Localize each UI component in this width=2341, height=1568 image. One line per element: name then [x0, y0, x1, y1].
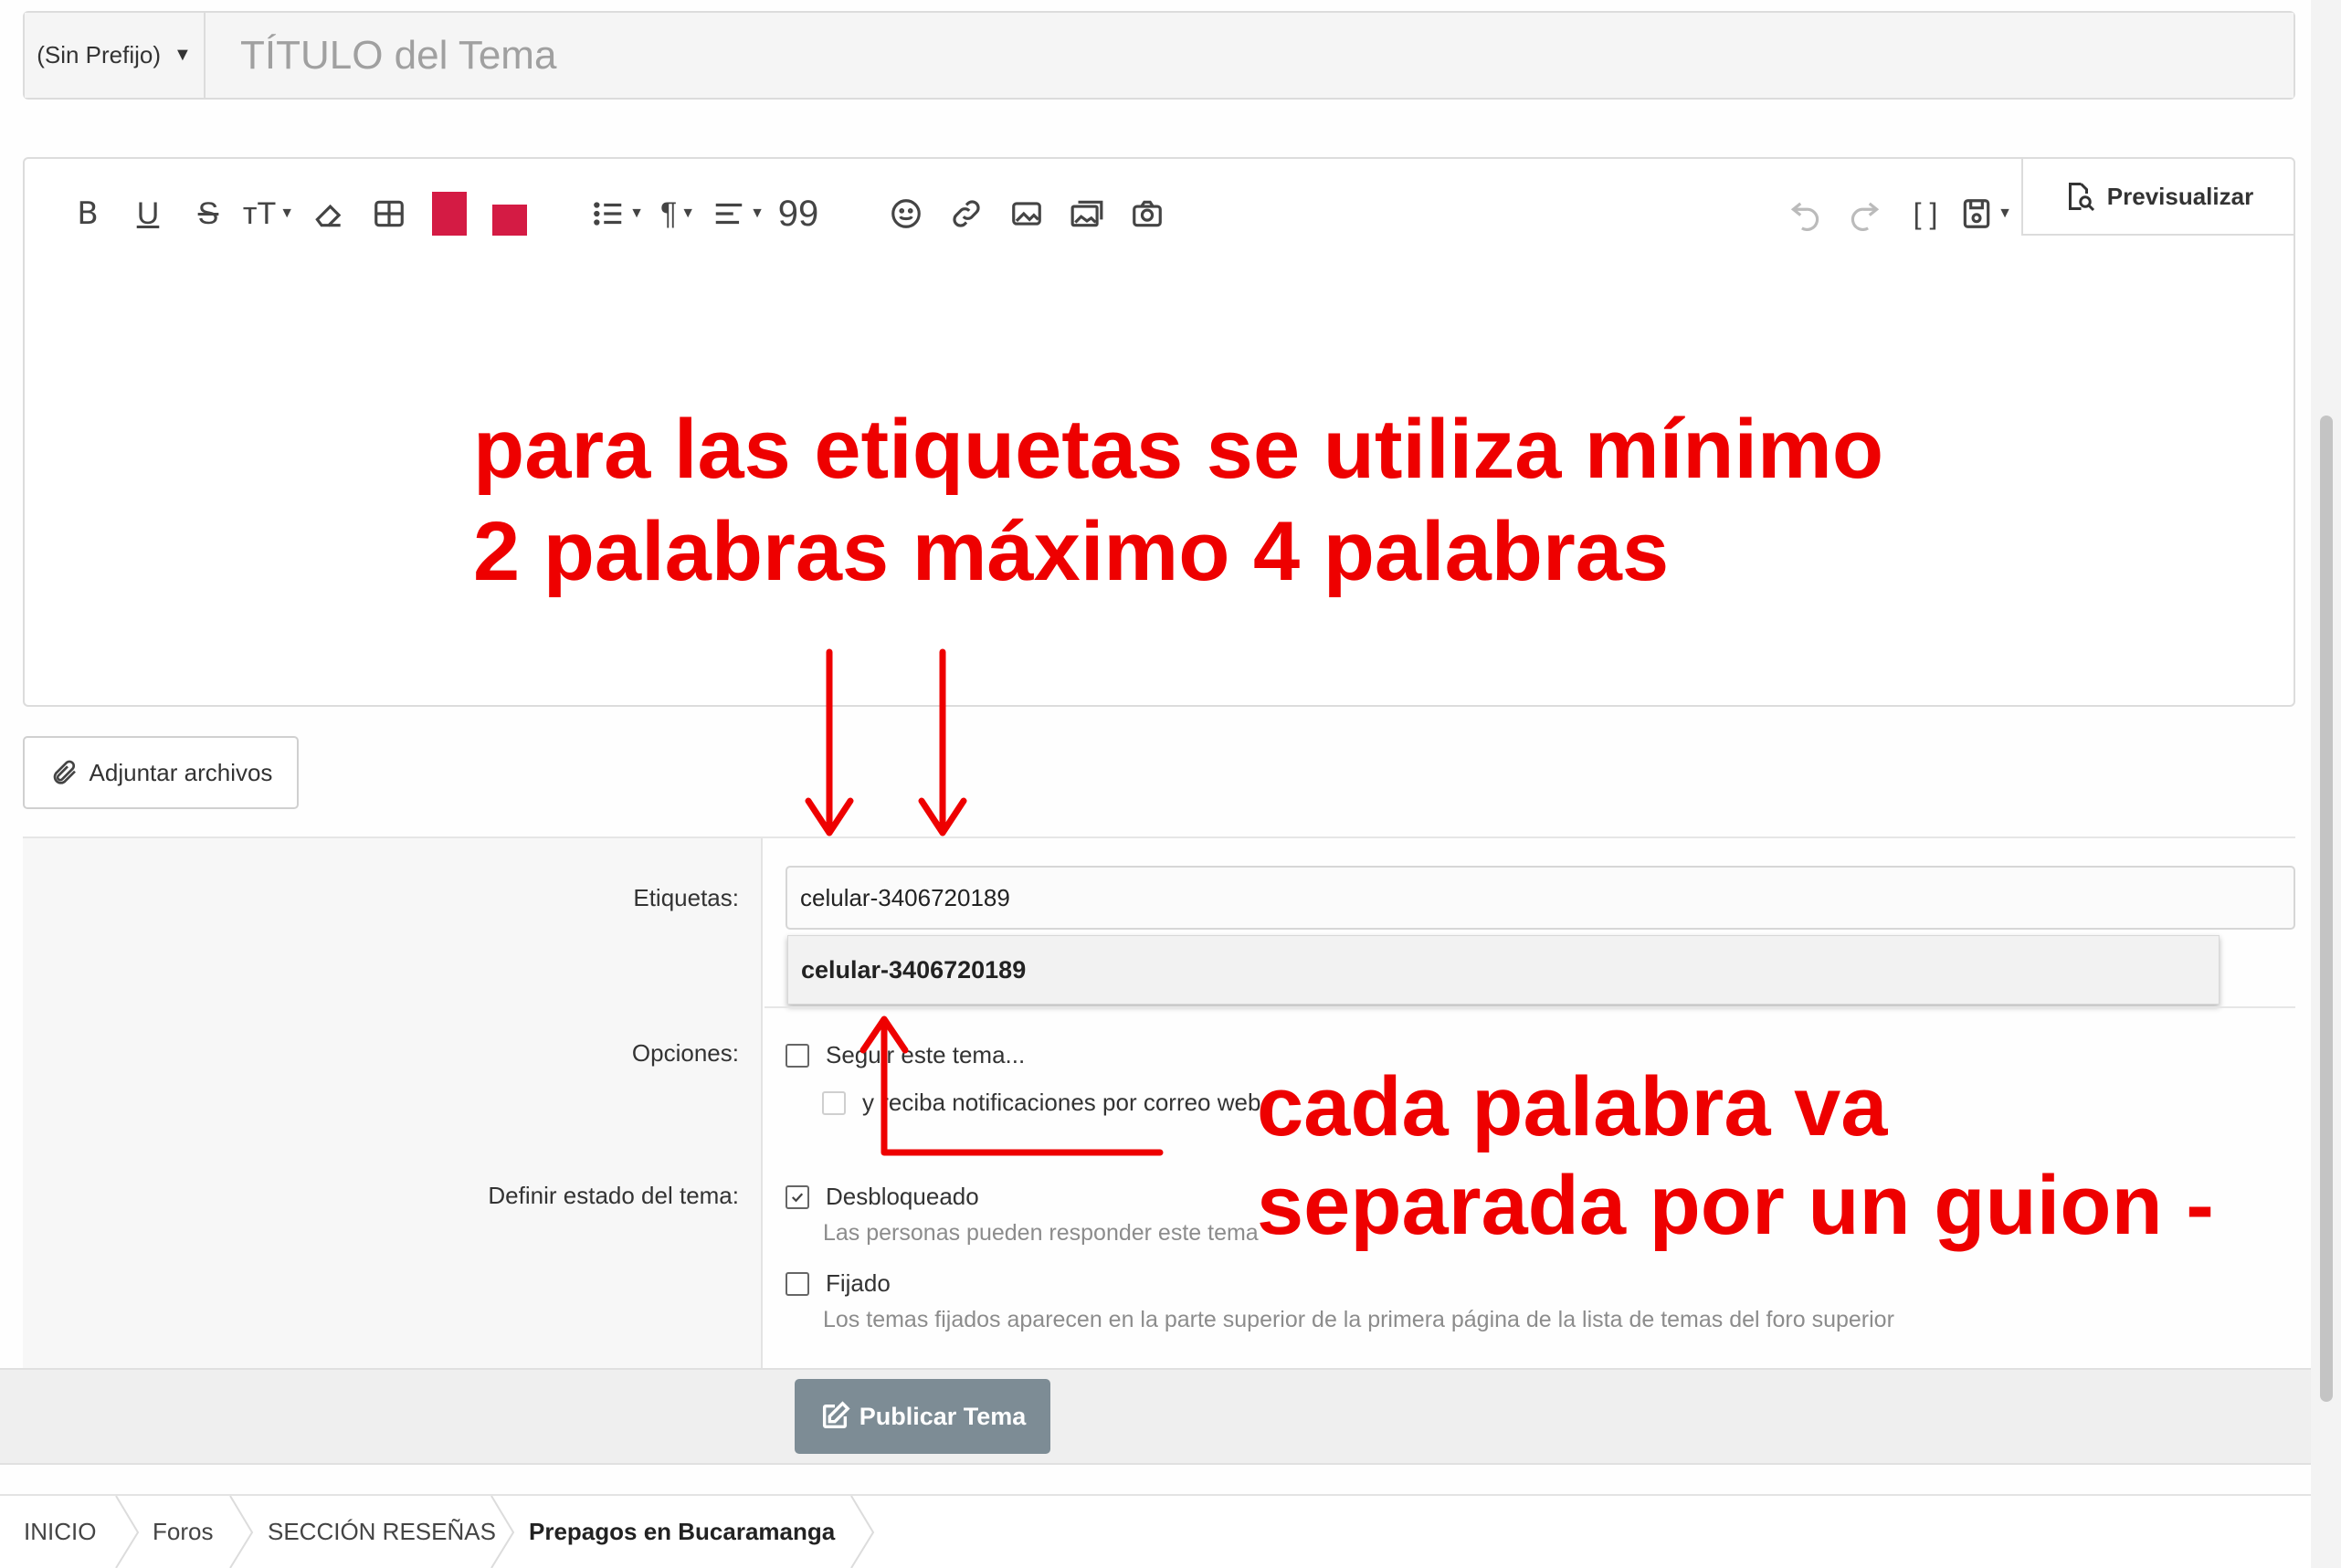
- annotation-top: para las etiquetas se utiliza mínimo 2 p…: [473, 398, 1883, 603]
- annotation-bottom-line1: cada palabra va: [1257, 1060, 1888, 1153]
- arrow-up-elbow: [859, 1016, 1164, 1156]
- annotation-top-line2: 2 palabras máximo 4 palabras: [473, 505, 1670, 598]
- annotation-arrows: [805, 648, 1164, 1156]
- arrow-down-right: [918, 648, 967, 837]
- annotation-top-line1: para las etiquetas se utiliza mínimo: [473, 403, 1884, 496]
- annotation-bottom: cada palabra va separada por un guion -: [1257, 1058, 2214, 1255]
- arrow-down-left: [805, 648, 854, 837]
- annotation-bottom-line2: separada por un guion -: [1257, 1159, 2214, 1252]
